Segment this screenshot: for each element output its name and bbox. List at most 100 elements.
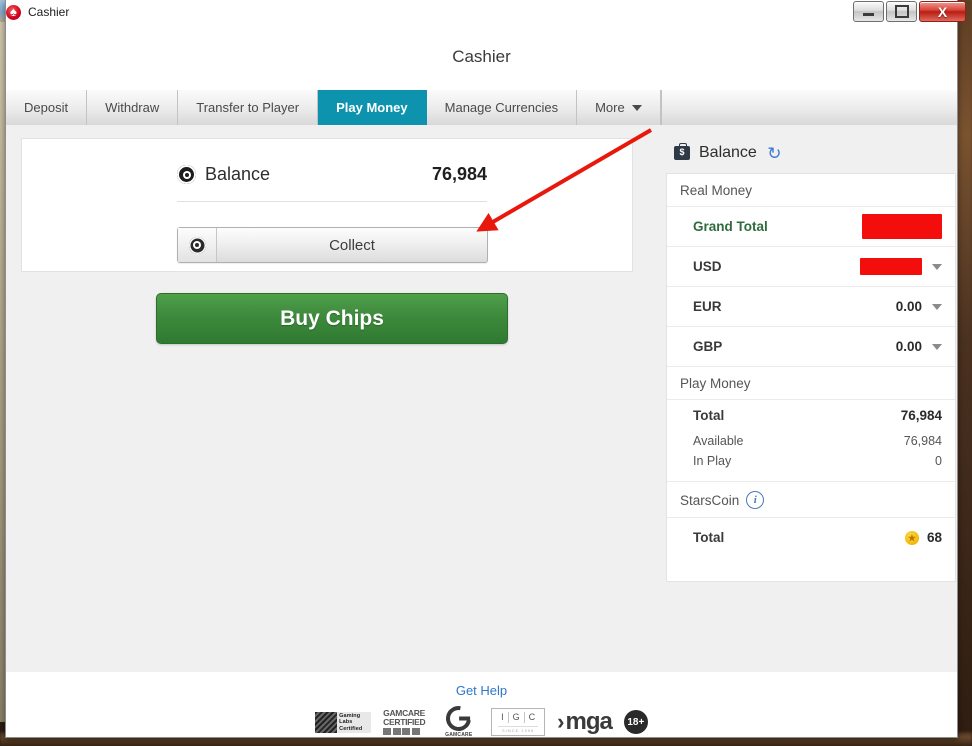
row-amount: 0.00 — [895, 339, 922, 354]
gaming-labs-swatch — [315, 711, 338, 733]
tab-play-money-label: Play Money — [336, 100, 408, 115]
mga-wordmark: mga — [565, 708, 612, 735]
gaming-labs-line2: Labs — [339, 719, 353, 726]
buy-chips-label: Buy Chips — [280, 306, 384, 330]
briefcase-dollar-icon — [674, 143, 690, 160]
igc-subtitle: SINCE 1996 — [498, 725, 539, 733]
buy-chips-button[interactable]: Buy Chips — [156, 293, 508, 344]
gaming-labs-line3: Certified — [339, 725, 363, 732]
balance-breakdown-box: Real Money Grand Total USD EUR 0.00 GBP … — [666, 173, 956, 582]
balance-summary-row: Balance 76,984 — [177, 164, 487, 185]
page-title: Cashier — [452, 47, 511, 66]
tab-play-money[interactable]: Play Money — [318, 90, 427, 125]
cashier-window: Cashier Deposit Withdraw Transfer to Pla… — [5, 0, 958, 738]
balance-row-usd[interactable]: USD — [667, 246, 955, 286]
section-heading-play-money: Play Money — [667, 366, 955, 399]
row-value-redacted — [862, 214, 942, 239]
row-label: Total — [693, 408, 725, 423]
balance-side-panel: Balance ↻ Real Money Grand Total USD — [666, 138, 956, 582]
maximize-button[interactable] — [886, 1, 917, 22]
tab-deposit-label: Deposit — [24, 100, 69, 115]
balance-label-group: Balance — [177, 164, 270, 185]
collect-button-label: Collect — [329, 236, 375, 254]
subrow-label: In Play — [693, 454, 732, 468]
tab-more[interactable]: More — [577, 90, 661, 125]
balance-subrow-in-play: In Play 0 — [667, 451, 955, 471]
section-heading-starscoin: StarsCoin i — [667, 481, 955, 517]
balance-row-play-money-total: Total 76,984 — [667, 399, 955, 431]
gaming-labs-text: Gaming Labs Certified — [337, 712, 371, 733]
gamcare-g-caption: GAMCARE — [445, 732, 473, 738]
subrow-label: Available — [693, 434, 744, 448]
igc-letters: I G C — [497, 711, 539, 723]
section-heading-starscoin-label: StarsCoin — [680, 492, 740, 508]
balance-row-starscoin-total: Total ★ 68 — [667, 517, 955, 557]
window-controls: X — [853, 1, 966, 22]
balance-box-padding — [667, 557, 955, 581]
tab-manage-currencies[interactable]: Manage Currencies — [426, 90, 578, 125]
subrow-value: 0 — [935, 454, 942, 468]
minimize-button[interactable] — [853, 1, 884, 22]
minimize-icon — [863, 13, 874, 16]
row-value: 0.00 — [896, 299, 942, 314]
info-icon[interactable]: i — [746, 491, 765, 509]
gamcare-g-logo: GAMCARE — [441, 701, 479, 738]
balance-label: Balance — [205, 164, 271, 184]
gamcare-g-mark — [441, 701, 477, 736]
igc-logo: I G C SINCE 1996 — [491, 708, 546, 736]
mga-logo: › mga — [557, 708, 613, 735]
row-amount: 68 — [926, 530, 942, 545]
tab-withdraw[interactable]: Withdraw — [87, 90, 179, 125]
row-value-redacted — [860, 258, 942, 275]
gamcare-certified-logo: GAMCARE CERTIFIED — [383, 709, 433, 735]
gamcare-rating-boxes — [383, 728, 425, 735]
age-18-plus-logo: 18+ — [623, 710, 648, 734]
redaction-box — [862, 214, 942, 239]
collect-chip-icon-box — [178, 228, 217, 262]
content-area: Balance 76,984 Collect Buy Chips Balance… — [6, 125, 957, 672]
subrow-value: 76,984 — [903, 434, 942, 448]
tab-withdraw-label: Withdraw — [105, 100, 160, 115]
gaming-labs-line1: Gaming — [339, 712, 361, 719]
chevron-down-icon[interactable] — [932, 343, 942, 350]
play-money-balance-card: Balance 76,984 Collect — [21, 138, 633, 272]
maximize-icon — [894, 5, 909, 18]
igc-letter-g: G — [509, 711, 525, 723]
tab-transfer-to-player[interactable]: Transfer to Player — [178, 90, 319, 125]
balance-row-gbp[interactable]: GBP 0.00 — [667, 326, 955, 366]
tab-more-label: More — [595, 100, 625, 115]
chevron-down-icon[interactable] — [932, 303, 942, 310]
poker-chip-icon — [188, 236, 206, 254]
mga-arrow-mark: › — [557, 709, 565, 734]
balance-row-eur[interactable]: EUR 0.00 — [667, 286, 955, 326]
row-label: Grand Total — [693, 219, 768, 234]
row-label: EUR — [693, 299, 722, 314]
refresh-icon[interactable]: ↻ — [766, 145, 783, 162]
starscoin-icon: ★ — [904, 530, 919, 545]
certification-logos: Gaming Labs Certified GAMCARE CERTIFIED … — [315, 701, 648, 738]
side-panel-title: Balance — [699, 144, 757, 161]
gamcare-line2: CERTIFIED — [383, 717, 426, 727]
balance-subrow-available: Available 76,984 — [667, 431, 955, 451]
tab-bar: Deposit Withdraw Transfer to Player Play… — [6, 90, 957, 126]
close-button[interactable]: X — [919, 1, 966, 22]
collect-button[interactable]: Collect — [177, 227, 488, 263]
close-icon: X — [937, 3, 948, 20]
poker-chip-icon — [177, 165, 196, 184]
row-value: 76,984 — [900, 408, 942, 423]
row-amount: 0.00 — [895, 299, 922, 314]
row-label: Total — [693, 530, 725, 545]
row-value: 0.00 — [896, 339, 942, 354]
section-heading-real-money: Real Money — [680, 183, 753, 198]
get-help-link[interactable]: Get Help — [456, 683, 507, 698]
window-header: Cashier — [6, 24, 957, 91]
tab-manage-currencies-label: Manage Currencies — [444, 100, 559, 115]
chevron-down-icon — [631, 104, 642, 111]
chevron-down-icon[interactable] — [932, 263, 942, 270]
balance-row-grand-total: Grand Total — [667, 206, 955, 246]
redaction-box — [860, 258, 922, 275]
tab-deposit[interactable]: Deposit — [6, 90, 88, 125]
side-panel-header: Balance ↻ — [666, 138, 956, 168]
balance-value: 76,984 — [431, 164, 487, 184]
card-divider — [177, 201, 487, 202]
